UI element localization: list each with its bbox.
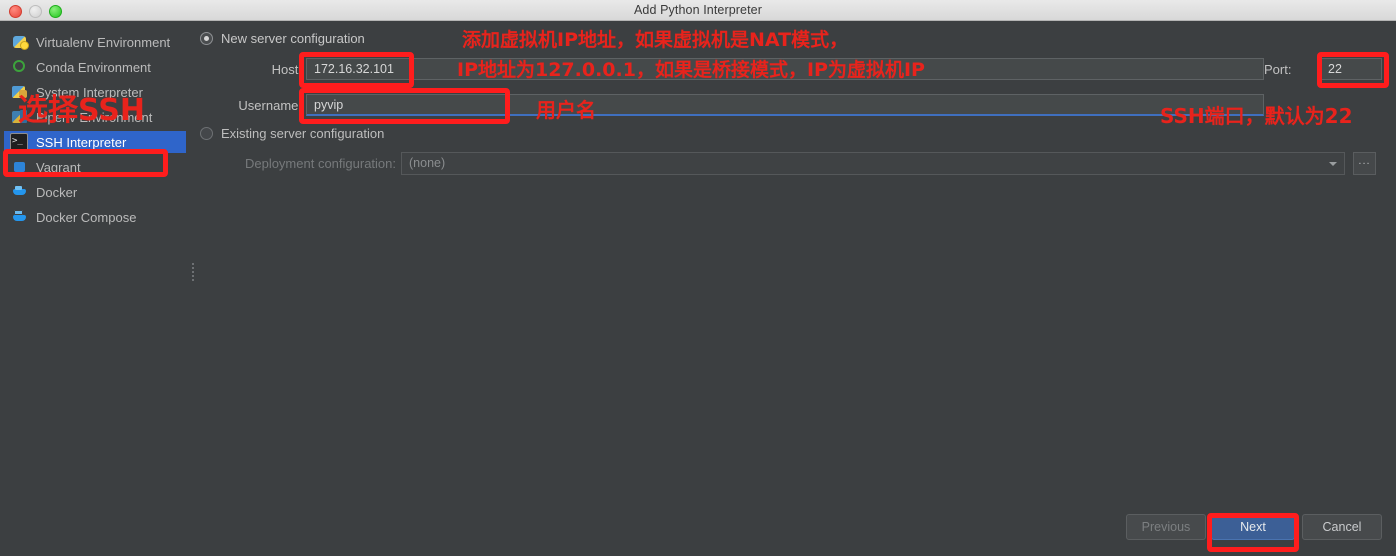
dialog-footer: Previous Next Cancel xyxy=(0,504,1396,556)
cancel-button[interactable]: Cancel xyxy=(1302,514,1382,540)
sidebar-item-label: Docker Compose xyxy=(36,209,137,225)
window-titlebar: Add Python Interpreter xyxy=(0,0,1396,21)
sidebar-item-ssh-interpreter[interactable]: SSH Interpreter xyxy=(4,131,186,153)
sidebar-item-vagrant[interactable]: Vagrant xyxy=(6,156,182,178)
pipenv-icon xyxy=(12,109,28,125)
radio-indicator-icon xyxy=(200,127,213,140)
server-configuration-panel: New server configuration Host: 172.16.32… xyxy=(196,21,1396,511)
virtualenv-icon xyxy=(12,34,29,50)
deployment-configuration-select[interactable]: (none) xyxy=(401,152,1345,175)
sidebar-item-system-interpreter[interactable]: System Interpreter xyxy=(6,81,182,103)
radio-indicator-icon xyxy=(200,32,213,45)
sidebar-item-virtualenv-environment[interactable]: Virtualenv Environment xyxy=(6,31,182,53)
new-server-configuration-radio[interactable]: New server configuration xyxy=(200,31,365,46)
deployment-configuration-label: Deployment configuration: xyxy=(244,156,396,171)
sidebar-item-label: SSH Interpreter xyxy=(36,134,127,150)
sidebar-item-label: System Interpreter xyxy=(36,84,143,100)
docker-compose-icon xyxy=(12,209,28,225)
interpreter-type-sidebar: Virtualenv Environment Conda Environment… xyxy=(0,21,188,511)
system-interpreter-icon xyxy=(12,84,28,100)
add-python-interpreter-dialog: Add Python Interpreter Virtualenv Enviro… xyxy=(0,0,1396,556)
next-button[interactable]: Next xyxy=(1211,514,1295,540)
port-input[interactable]: 22 xyxy=(1320,58,1382,80)
window-title: Add Python Interpreter xyxy=(634,3,762,17)
previous-button[interactable]: Previous xyxy=(1126,514,1206,540)
sidebar-item-pipenv-environment[interactable]: Pipenv Environment xyxy=(6,106,182,128)
new-server-configuration-label: New server configuration xyxy=(221,31,365,46)
host-label: Host: xyxy=(271,62,302,77)
docker-icon xyxy=(12,184,28,200)
deployment-configuration-value: (none) xyxy=(409,156,446,170)
conda-icon xyxy=(12,59,28,75)
sidebar-item-label: Docker xyxy=(36,184,78,200)
host-input[interactable]: 172.16.32.101 xyxy=(306,58,1264,80)
sidebar-item-label: Vagrant xyxy=(36,159,81,175)
sidebar-item-docker-compose[interactable]: Docker Compose xyxy=(6,206,182,228)
sidebar-item-conda-environment[interactable]: Conda Environment xyxy=(6,56,182,78)
dialog-body: Virtualenv Environment Conda Environment… xyxy=(0,21,1396,556)
sidebar-item-label: Pipenv Environment xyxy=(36,109,153,125)
chevron-down-icon xyxy=(1329,162,1337,166)
existing-server-configuration-label: Existing server configuration xyxy=(221,126,385,141)
port-label: Port: xyxy=(1264,62,1292,77)
sidebar-item-docker[interactable]: Docker xyxy=(6,181,182,203)
username-input[interactable]: pyvip xyxy=(306,94,1264,116)
browse-deployment-button[interactable]: ... xyxy=(1353,152,1376,175)
vagrant-icon xyxy=(12,159,28,175)
ssh-terminal-icon xyxy=(10,133,28,151)
sidebar-item-label: Conda Environment xyxy=(36,59,151,75)
existing-server-configuration-radio[interactable]: Existing server configuration xyxy=(200,126,384,141)
sidebar-item-label: Virtualenv Environment xyxy=(36,34,171,50)
username-label: Username: xyxy=(238,98,302,113)
